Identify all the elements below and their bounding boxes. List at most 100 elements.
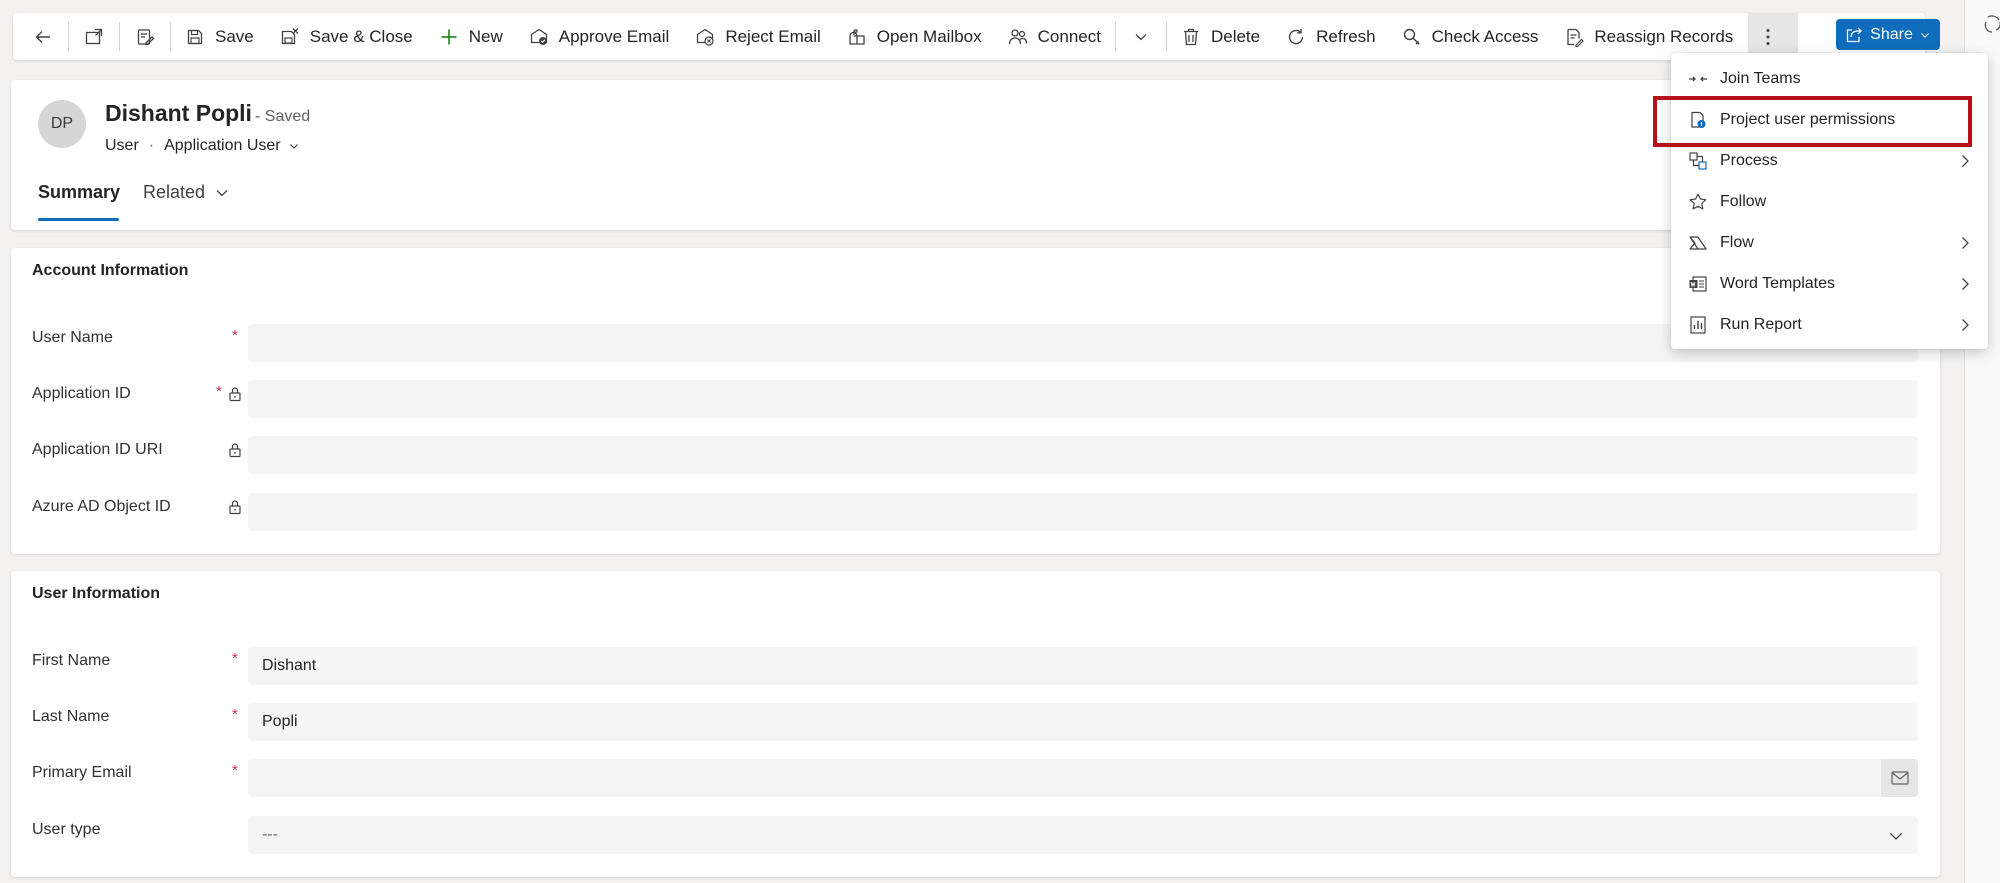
save-close-icon — [280, 27, 300, 47]
record-header: DP Dishant Popli - Saved User · Applicat… — [11, 80, 1940, 230]
menu-item-label: Process — [1720, 151, 1778, 169]
word-templates-icon — [1688, 274, 1708, 294]
divider — [68, 22, 69, 51]
field-label-primary-email: Primary Email — [32, 764, 132, 781]
menu-item-run-report[interactable]: Run Report — [1671, 304, 1988, 345]
menu-item-label: Word Templates — [1720, 274, 1836, 292]
refresh-icon — [1286, 27, 1306, 47]
connect-label: Connect — [1037, 26, 1101, 46]
divider — [1165, 22, 1167, 51]
back-button[interactable] — [19, 13, 67, 60]
delete-label: Delete — [1210, 26, 1261, 46]
open-mailbox-button[interactable]: Open Mailbox — [834, 13, 995, 60]
plus-icon — [439, 27, 459, 47]
tab-summary[interactable]: Summary — [38, 182, 120, 203]
save-status: - Saved — [255, 108, 311, 125]
menu-item-label: Join Teams — [1720, 69, 1801, 87]
menu-item-join-teams[interactable]: Join Teams — [1671, 58, 1988, 99]
primary-email-input[interactable] — [248, 759, 1918, 797]
open-in-new-window-icon — [84, 27, 104, 47]
required-marker: * — [232, 650, 238, 667]
menu-item-label: Follow — [1720, 192, 1767, 210]
user-type-select[interactable]: --- — [248, 816, 1918, 854]
required-marker: * — [232, 762, 238, 779]
application-id-input[interactable] — [248, 380, 1918, 418]
reassign-icon — [1564, 27, 1585, 47]
trash-icon — [1181, 27, 1201, 47]
form-edit-icon — [135, 27, 155, 47]
field-label-last-name: Last Name — [32, 708, 110, 725]
last-name-value: Popli — [262, 713, 298, 730]
new-button[interactable]: New — [426, 13, 516, 60]
arrow-left-icon — [33, 27, 53, 47]
permissions-icon — [1688, 110, 1708, 130]
connect-button[interactable]: Connect — [995, 13, 1114, 60]
user-name-input[interactable] — [248, 324, 1918, 362]
record-subtitle: User · Application User — [105, 137, 300, 155]
tab-related[interactable]: Related — [143, 182, 230, 203]
avatar: DP — [38, 100, 86, 148]
field-label-user-type: User type — [32, 821, 101, 838]
refresh-button[interactable]: Refresh — [1273, 13, 1389, 60]
reassign-records-label: Reassign Records — [1594, 26, 1734, 46]
form-selector[interactable]: Application User — [164, 137, 300, 155]
people-connect-icon — [1008, 27, 1028, 47]
send-email-button[interactable] — [1881, 759, 1918, 797]
required-marker: * — [232, 327, 238, 344]
chevron-down-icon — [214, 185, 230, 201]
report-icon — [1688, 315, 1708, 335]
application-id-uri-input[interactable] — [248, 436, 1918, 474]
star-icon — [1688, 192, 1708, 212]
save-button[interactable]: Save — [172, 13, 267, 60]
record-title: Dishant Popli — [105, 100, 252, 126]
first-name-value: Dishant — [262, 657, 317, 674]
reject-email-button[interactable]: Reject Email — [682, 13, 833, 60]
separator-dot: · — [148, 137, 155, 154]
section-title: Account Information — [32, 262, 189, 279]
new-label: New — [468, 26, 503, 46]
menu-item-flow[interactable]: Flow — [1671, 222, 1988, 263]
menu-item-project-user-permissions[interactable]: Project user permissions — [1671, 99, 1988, 140]
delete-button[interactable]: Delete — [1168, 13, 1273, 60]
required-marker: * — [232, 706, 238, 723]
azure-ad-object-id-input[interactable] — [248, 493, 1918, 531]
lock-icon — [228, 499, 242, 515]
field-label-azure-ad-object-id: Azure AD Object ID — [32, 498, 171, 515]
last-name-input[interactable]: Popli — [248, 703, 1918, 741]
field-label-user-name: User Name — [32, 329, 113, 346]
chevron-down-icon — [1131, 27, 1151, 47]
entity-name: User — [105, 137, 139, 154]
required-marker: * — [216, 383, 222, 400]
flow-icon — [1688, 233, 1708, 253]
copilot-icon[interactable] — [1983, 14, 2000, 34]
menu-item-word-templates[interactable]: Word Templates — [1671, 263, 1988, 304]
menu-item-follow[interactable]: Follow — [1671, 181, 1988, 222]
share-icon — [1845, 26, 1863, 44]
key-search-icon — [1402, 27, 1422, 47]
menu-item-process[interactable]: Process — [1671, 140, 1988, 181]
reject-email-icon — [695, 27, 715, 47]
form-assist-button[interactable] — [121, 13, 169, 60]
lock-icon — [228, 442, 242, 458]
open-new-window-button[interactable] — [70, 13, 118, 60]
user-information-section: User Information First Name * Dishant La… — [11, 571, 1940, 877]
lock-icon — [228, 386, 242, 402]
open-mailbox-label: Open Mailbox — [876, 26, 982, 46]
approve-email-label: Approve Email — [558, 26, 670, 46]
chevron-down-icon — [1919, 29, 1931, 41]
process-icon — [1688, 151, 1708, 171]
divider — [1114, 22, 1116, 51]
save-close-button[interactable]: Save & Close — [267, 13, 426, 60]
approve-email-button[interactable]: Approve Email — [516, 13, 683, 60]
connect-dropdown-button[interactable] — [1117, 13, 1165, 60]
check-access-button[interactable]: Check Access — [1389, 13, 1552, 60]
mailbox-icon — [847, 27, 867, 47]
save-icon — [185, 27, 205, 47]
share-button[interactable]: Share — [1836, 19, 1940, 50]
divider — [119, 22, 120, 51]
first-name-input[interactable]: Dishant — [248, 647, 1918, 685]
divider — [170, 22, 171, 51]
command-bar: Save Save & Close New Approve Email Reje… — [13, 13, 1940, 60]
approve-email-icon — [529, 27, 549, 47]
save-label: Save — [215, 26, 254, 46]
